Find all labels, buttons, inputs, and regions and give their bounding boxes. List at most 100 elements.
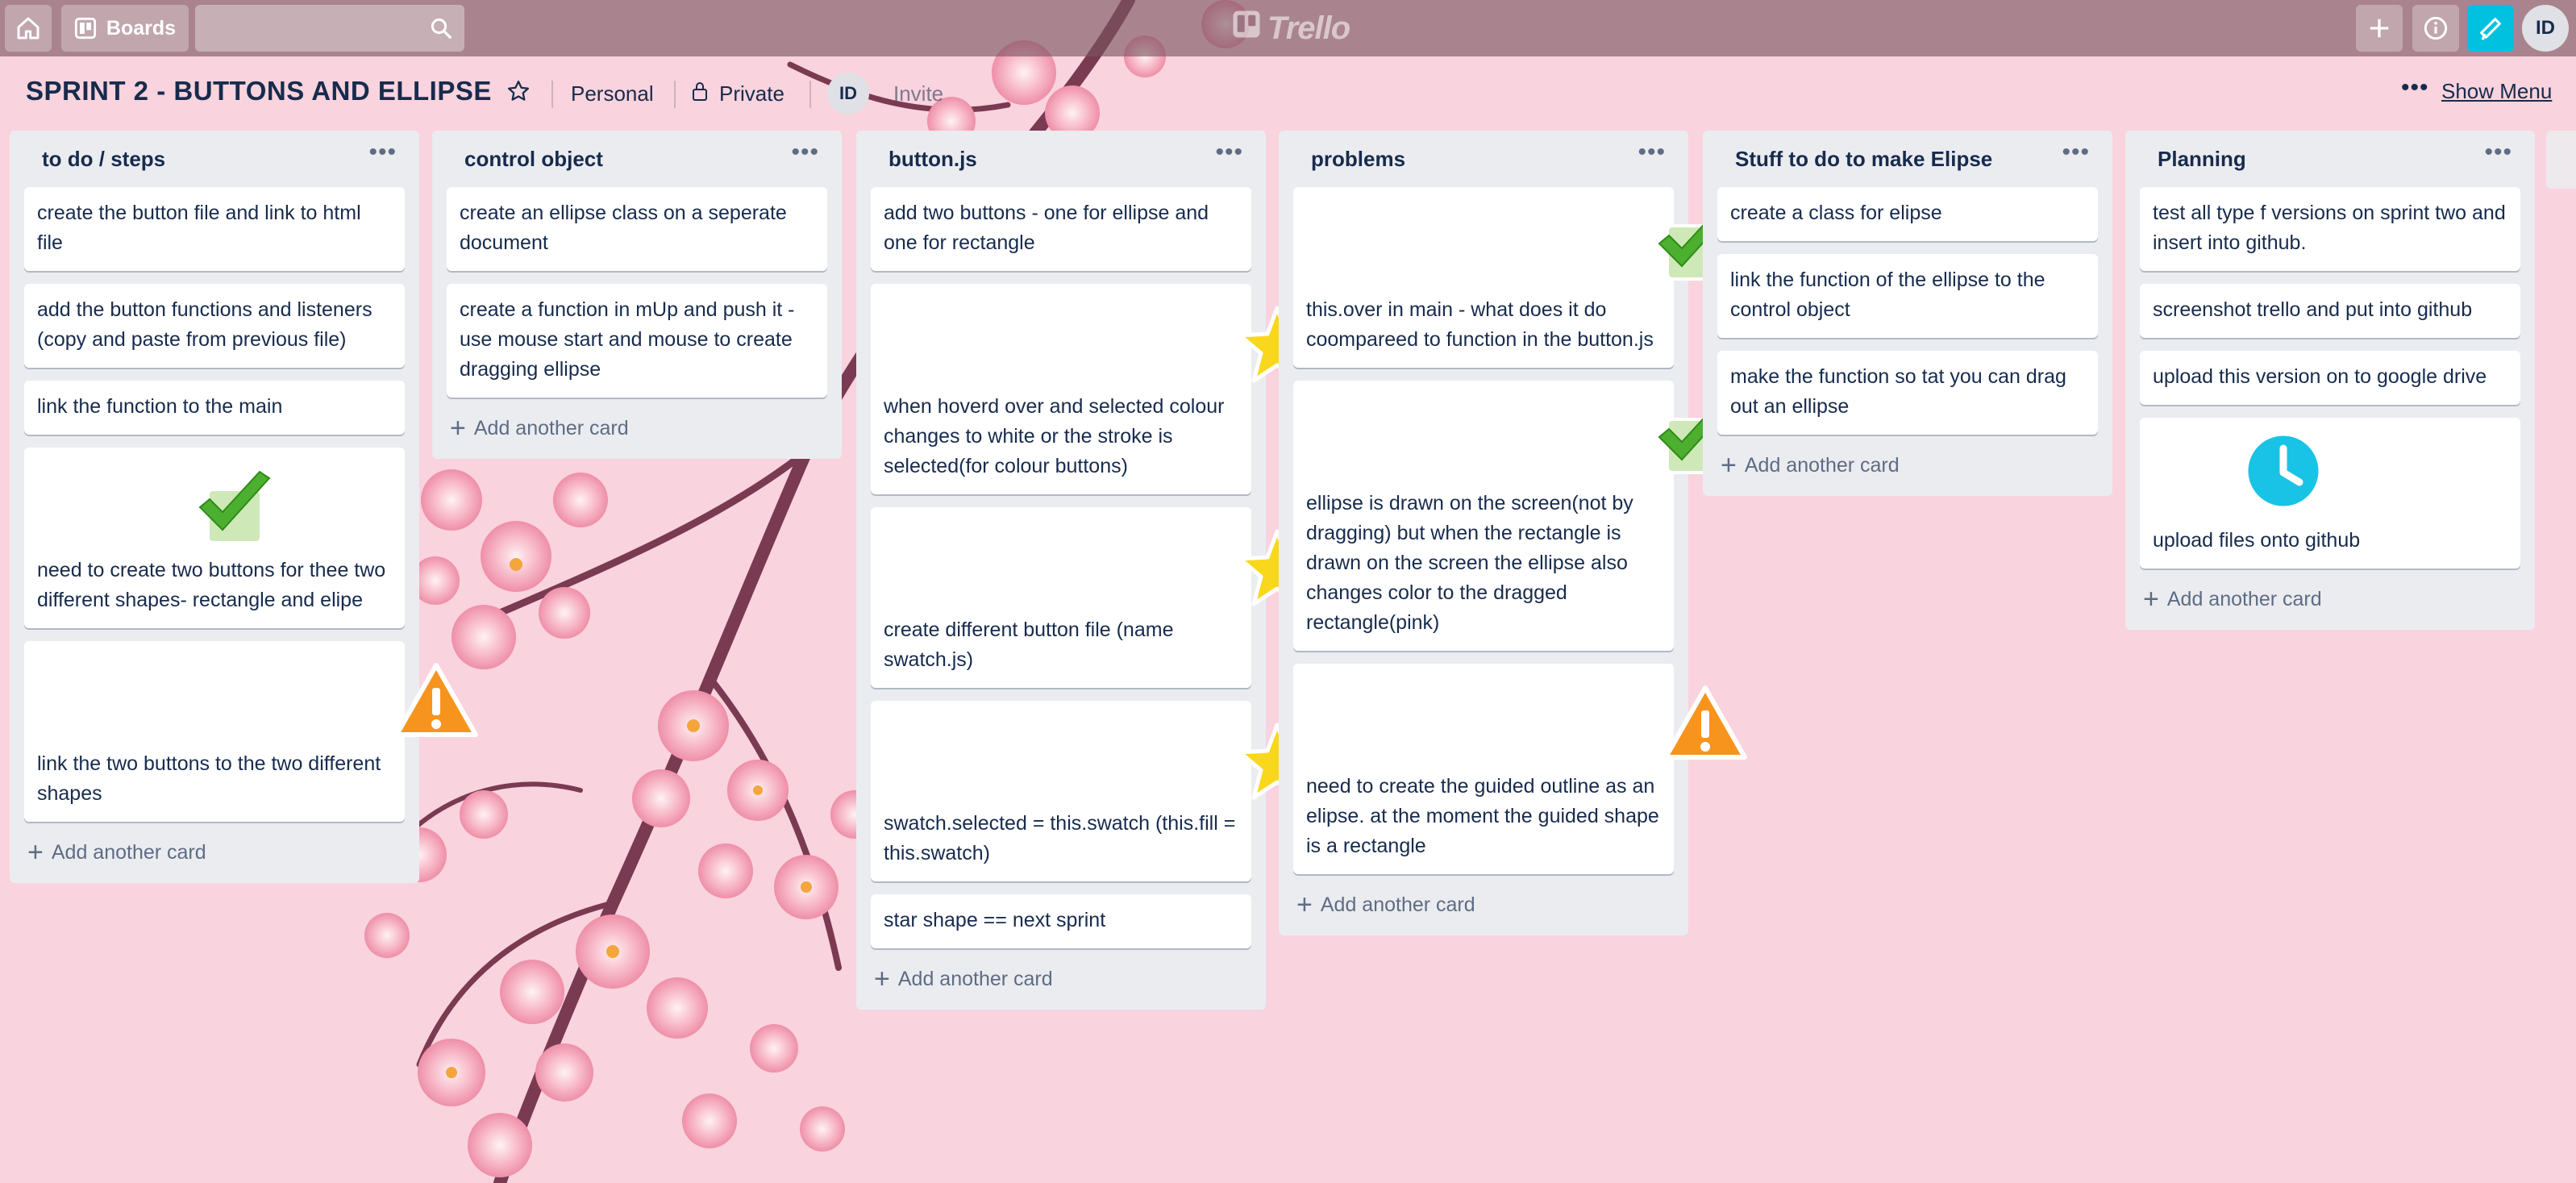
lock-icon <box>690 81 710 107</box>
trello-logo[interactable]: Trello <box>1232 6 1350 50</box>
add-card-label: Add another card <box>1320 893 1475 916</box>
star-board-button[interactable] <box>506 71 531 116</box>
list-header[interactable]: problems ••• <box>1293 131 1674 187</box>
add-card-button[interactable]: + Add another card <box>1717 448 2098 483</box>
card-sticker <box>37 459 392 556</box>
notifications-button[interactable] <box>2467 5 2514 52</box>
list-title[interactable]: Stuff to do to make Elipse <box>1735 147 1992 172</box>
plus-icon: + <box>874 964 890 994</box>
team-button[interactable]: Personal <box>571 71 654 116</box>
card[interactable]: create an ellipse class on a seperate do… <box>447 187 827 271</box>
card-sticker <box>2153 429 2507 526</box>
card[interactable]: ellipse is drawn on the screen(not by dr… <box>1293 381 1730 651</box>
list-title[interactable]: Planning <box>2158 147 2246 172</box>
card-text: need to create two buttons for thee two … <box>37 559 386 611</box>
list-header[interactable]: control object ••• <box>447 131 827 187</box>
list-header[interactable]: to do / steps ••• <box>24 131 405 187</box>
show-menu-button[interactable]: Show Menu <box>2441 79 2552 104</box>
list-title[interactable]: button.js <box>888 147 977 172</box>
list: to do / steps ••• create the button file a… <box>10 131 478 883</box>
plus-icon: + <box>1721 450 1737 481</box>
card[interactable]: add two buttons - one for ellipse and on… <box>871 187 1251 271</box>
card[interactable]: test all type f versions on sprint two a… <box>2140 187 2520 271</box>
card-text: screenshot trello and put into github <box>2153 298 2473 321</box>
add-card-button[interactable]: + Add another card <box>24 835 405 870</box>
plus-icon: + <box>450 413 466 444</box>
home-icon <box>15 15 41 41</box>
card[interactable]: screenshot trello and put into github <box>2140 284 2520 338</box>
card[interactable]: create different button file (name swatc… <box>871 507 1317 688</box>
list: Stuff to do to make Elipse ••• create a cl… <box>1703 131 2112 496</box>
add-card-button[interactable]: + Add another card <box>1293 887 1674 923</box>
list-title[interactable]: to do / steps <box>42 147 165 172</box>
card-text: upload files onto github <box>2153 529 2361 552</box>
card-text: upload this version on to google drive <box>2153 365 2487 388</box>
more-icon[interactable]: ••• <box>2401 74 2429 102</box>
card-text: swatch.selected = this.swatch (this.fill… <box>884 812 1236 864</box>
list-title[interactable]: problems <box>1311 147 1405 172</box>
trello-logo-icon <box>1232 10 1261 47</box>
list-header[interactable]: button.js ••• <box>871 131 1251 187</box>
info-button[interactable] <box>2412 5 2459 52</box>
card[interactable]: upload this version on to google drive <box>2140 351 2520 405</box>
home-button[interactable] <box>5 5 52 52</box>
add-card-button[interactable]: + Add another card <box>871 961 1251 997</box>
user-avatar[interactable]: ID <box>2522 5 2569 52</box>
add-card-label: Add another card <box>897 967 1053 990</box>
card-sticker <box>884 295 1317 392</box>
add-card-label: Add another card <box>1744 453 1900 477</box>
boards-button[interactable]: Boards <box>61 5 189 52</box>
card[interactable]: link the function to the main <box>24 381 405 435</box>
card[interactable]: make the function so tat you can drag ou… <box>1717 351 2098 435</box>
list-title[interactable]: control object <box>464 147 603 172</box>
visibility-label: Private <box>719 81 784 106</box>
card-sticker <box>884 712 1317 809</box>
card[interactable]: swatch.selected = this.swatch (this.fill… <box>871 701 1317 881</box>
card-text: star shape == next sprint <box>884 909 1106 931</box>
plus-icon: + <box>2143 584 2159 614</box>
list-header[interactable]: Stuff to do to make Elipse ••• <box>1717 131 2098 187</box>
card-text: add the button functions and listeners (… <box>37 298 372 351</box>
card[interactable]: need to create two buttons for thee two … <box>24 448 405 628</box>
list-menu-icon[interactable]: ••• <box>1638 139 1666 166</box>
top-nav-bar: Boards Trello ID <box>0 0 2576 56</box>
list-menu-icon[interactable]: ••• <box>368 139 397 166</box>
boards-icon <box>74 17 97 40</box>
card[interactable]: upload files onto github <box>2140 418 2520 569</box>
create-button[interactable] <box>2356 5 2403 52</box>
search-input[interactable] <box>195 5 464 52</box>
list: button.js ••• add two buttons - one for el… <box>856 131 1317 1010</box>
visibility-button[interactable]: Private <box>690 71 784 116</box>
member-avatar[interactable]: ID <box>827 73 869 115</box>
search-icon[interactable] <box>429 16 453 44</box>
add-list-button[interactable] <box>2546 131 2576 189</box>
card[interactable]: need to create the guided outline as an … <box>1293 664 1747 874</box>
header-divider <box>674 81 676 108</box>
add-card-button[interactable]: + Add another card <box>2140 581 2520 617</box>
list-header[interactable]: Planning ••• <box>2140 131 2520 187</box>
card-text: create different button file (name swatc… <box>884 619 1174 671</box>
card[interactable]: create a class for elipse <box>1717 187 2098 241</box>
invite-button[interactable]: Invite <box>893 71 943 116</box>
card-text: this.over in main - what does it do coom… <box>1306 298 1654 351</box>
list-menu-icon[interactable]: ••• <box>791 139 819 166</box>
list: problems ••• this.over in main - what does… <box>1279 131 1747 935</box>
card[interactable]: when hoverd over and selected colour cha… <box>871 284 1317 494</box>
card[interactable]: link the function of the ellipse to the … <box>1717 254 2098 338</box>
list-menu-icon[interactable]: ••• <box>2062 139 2090 166</box>
card[interactable]: create a function in mUp and push it - u… <box>447 284 827 398</box>
card[interactable]: link the two buttons to the two differen… <box>24 641 478 822</box>
card-text: create a function in mUp and push it - u… <box>460 298 795 381</box>
card-sticker <box>884 519 1317 615</box>
card-text: when hoverd over and selected colour cha… <box>884 395 1225 477</box>
card-text: link the function to the main <box>37 395 283 418</box>
list-menu-icon[interactable]: ••• <box>1215 139 1243 166</box>
card[interactable]: this.over in main - what does it do coom… <box>1293 187 1730 368</box>
add-card-button[interactable]: + Add another card <box>447 410 827 446</box>
board-title[interactable]: SPRINT 2 - BUTTONS AND ELLIPSE <box>26 76 492 106</box>
card[interactable]: star shape == next sprint <box>871 894 1251 948</box>
card[interactable]: add the button functions and listeners (… <box>24 284 405 368</box>
list-menu-icon[interactable]: ••• <box>2484 139 2512 166</box>
card[interactable]: create the button file and link to html … <box>24 187 405 271</box>
star-outline-icon <box>506 79 531 109</box>
